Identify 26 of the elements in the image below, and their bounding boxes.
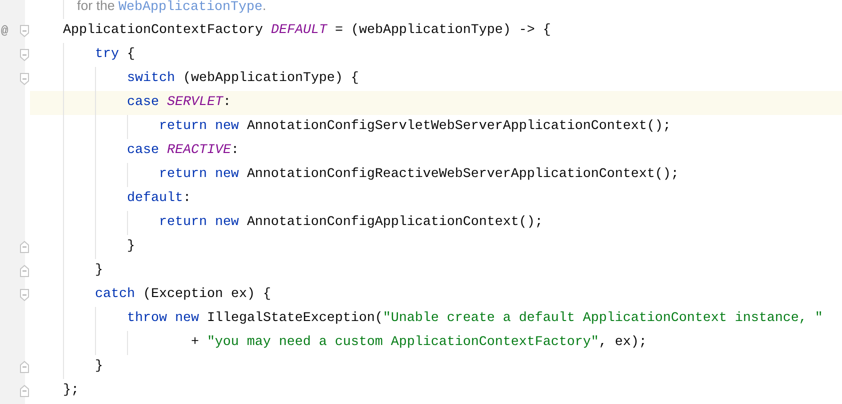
fold-icon[interactable] bbox=[20, 289, 29, 301]
code-line: switch (webApplicationType) { bbox=[126, 70, 359, 88]
unfold-end-icon[interactable] bbox=[20, 265, 29, 277]
fold-icon[interactable] bbox=[20, 73, 29, 85]
code-line: return new AnnotationConfigServletWebServerApplicationContext(); bbox=[158, 118, 671, 136]
unfold-end-icon[interactable] bbox=[20, 385, 29, 397]
code-line: } bbox=[94, 262, 103, 280]
unfold-end-icon[interactable] bbox=[20, 241, 29, 253]
code-line: } bbox=[126, 238, 135, 256]
code-line: return new AnnotationConfigApplicationContext(); bbox=[158, 214, 543, 232]
unfold-end-icon[interactable] bbox=[20, 361, 29, 373]
code-line: case SERVLET: bbox=[126, 94, 231, 112]
code-line: default: bbox=[126, 190, 191, 208]
code-line: + "you may need a custom ApplicationContextFactory", ex); bbox=[190, 334, 647, 352]
fold-icon[interactable] bbox=[20, 49, 29, 61]
fold-icon[interactable] bbox=[20, 25, 29, 37]
code-line: return new AnnotationConfigReactiveWebServerApplicationContext(); bbox=[158, 166, 679, 184]
code-line: case REACTIVE: bbox=[126, 142, 239, 160]
code-line: throw new IllegalStateException("Unable create a default ApplicationContext instance, " bbox=[126, 310, 823, 328]
code-line: catch (Exception ex) { bbox=[94, 286, 271, 304]
code-line: ApplicationContextFactory DEFAULT = (webApplicationType) -> { bbox=[63, 22, 551, 40]
code-line: try { bbox=[94, 46, 135, 64]
code-line: } bbox=[94, 358, 103, 376]
code-line: }; bbox=[63, 382, 79, 400]
doc-comment: for the WebApplicationType. bbox=[77, 0, 266, 17]
override-marker[interactable]: @ bbox=[1, 22, 8, 40]
